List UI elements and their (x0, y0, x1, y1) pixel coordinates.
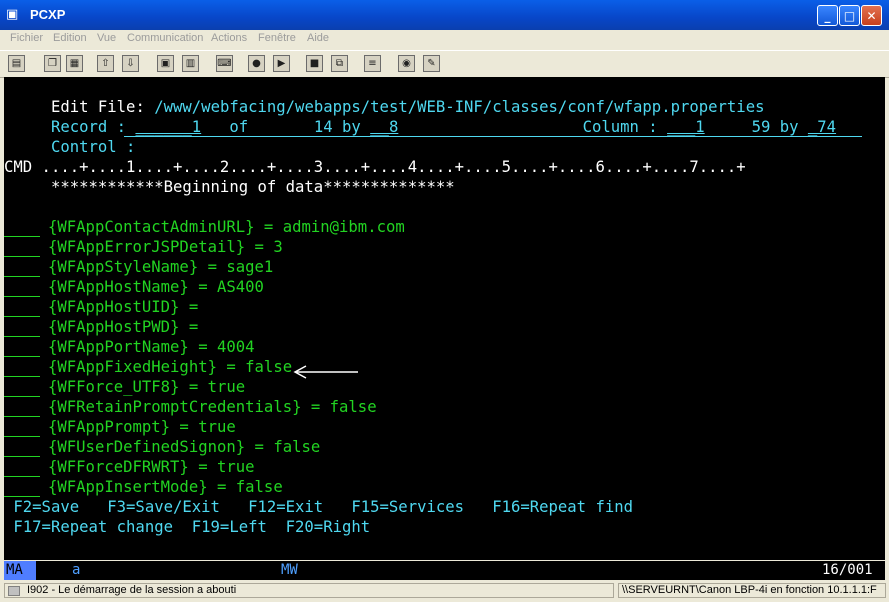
macro-stop-icon[interactable]: ▶ (273, 55, 290, 72)
data-line: {WFRetainPromptCredentials} = false (4, 377, 604, 417)
display-icon[interactable]: ▣ (157, 55, 174, 72)
window-title: PCXP (30, 7, 66, 22)
keyboard-icon[interactable]: ▥ (182, 55, 199, 72)
menu-actions[interactable]: Actions (211, 32, 247, 44)
oia-session-letter: a (72, 562, 81, 578)
data-line: {WFAppStyleName} = sage1 (4, 237, 604, 277)
data-line: {WFAppFixedHeight} = false (4, 337, 604, 377)
copy-icon[interactable]: ❐ (44, 55, 61, 72)
maximize-button[interactable]: □ (839, 5, 860, 26)
beginning-of-data: ************Beginning of data***********… (4, 178, 455, 196)
send-icon[interactable]: ⇧ (97, 55, 114, 72)
function-keys-line-2: F17=Repeat change F19=Left F20=Right (4, 518, 371, 536)
record-icon[interactable]: ⧉ (331, 55, 348, 72)
notes-icon[interactable]: ≡ (364, 55, 381, 72)
title-bar: ▣ PCXP _ □ ✕ (0, 0, 889, 30)
function-keys-line-1: F2=Save F3=Save/Exit F12=Exit F15=Servic… (4, 498, 634, 516)
paste-icon[interactable]: ▦ (66, 55, 83, 72)
oia-mw: MW (281, 562, 298, 578)
data-line: {WFAppHostName} = AS400 (4, 257, 604, 297)
operator-info-area: MA a MW 16/001 (4, 561, 885, 580)
data-line: {WFAppPrompt} = true (4, 397, 604, 437)
menu-fenetre[interactable]: Fenêtre (258, 32, 296, 44)
globe-icon[interactable]: ◉ (398, 55, 415, 72)
data-line: {WFAppContactAdminURL} = admin@ibm.com (4, 197, 604, 237)
data-line: {WFAppHostUID} = (4, 277, 604, 317)
data-line: {WFAppHostPWD} = (4, 297, 604, 337)
printer-status: \\SERVEURNT\Canon LBP-4i en fonction 10.… (618, 583, 886, 598)
menu-bar: Fichier Edition Vue Communication Action… (0, 30, 889, 48)
arrow-annotation-icon (293, 365, 358, 379)
help-icon[interactable]: ✎ (423, 55, 440, 72)
terminal-screen[interactable]: Edit File: /www/webfacing/webapps/test/W… (4, 77, 885, 560)
data-line: {WFAppInsertMode} = false (4, 457, 604, 497)
menu-vue[interactable]: Vue (97, 32, 116, 44)
menu-communication[interactable]: Communication (127, 32, 203, 44)
macro-play-icon[interactable]: ● (248, 55, 265, 72)
data-line: {WFForceDFRWRT} = true (4, 437, 604, 477)
status-bar: I902 - Le démarrage de la session a abou… (0, 580, 889, 602)
cmd-ruler: CMD ....+....1....+....2....+....3....+.… (4, 158, 746, 176)
macro-record-icon[interactable]: ⌨ (216, 55, 233, 72)
control-label: Control : (41, 138, 145, 156)
data-line: {WFAppPortName} = 4004 (4, 317, 604, 357)
app-icon: ▣ (6, 7, 19, 22)
line-cmd-field[interactable] (4, 477, 40, 497)
toolbar: ▤ ❐ ▦ ⇧ ⇩ ▣ ▥ ⌨ ● ▶ ■ ⧉ ≡ ◉ ✎ (0, 50, 889, 78)
status-message: I902 - Le démarrage de la session a abou… (4, 583, 614, 598)
cursor-position: 16/001 (822, 562, 873, 578)
menu-fichier[interactable]: Fichier (10, 32, 43, 44)
minimize-button[interactable]: _ (817, 5, 838, 26)
data-line: {WFAppErrorJSPDetail} = 3 (4, 217, 604, 257)
oia-mode: MA (4, 561, 36, 580)
data-line: {WFUserDefinedSignon} = false (4, 417, 604, 457)
control-input[interactable] (124, 117, 862, 137)
menu-edition[interactable]: Edition (53, 32, 87, 44)
menu-aide[interactable]: Aide (307, 32, 329, 44)
receive-icon[interactable]: ⇩ (122, 55, 139, 72)
close-button[interactable]: ✕ (861, 5, 882, 26)
print-icon[interactable]: ▤ (8, 55, 25, 72)
macro-icon[interactable]: ■ (306, 55, 323, 72)
